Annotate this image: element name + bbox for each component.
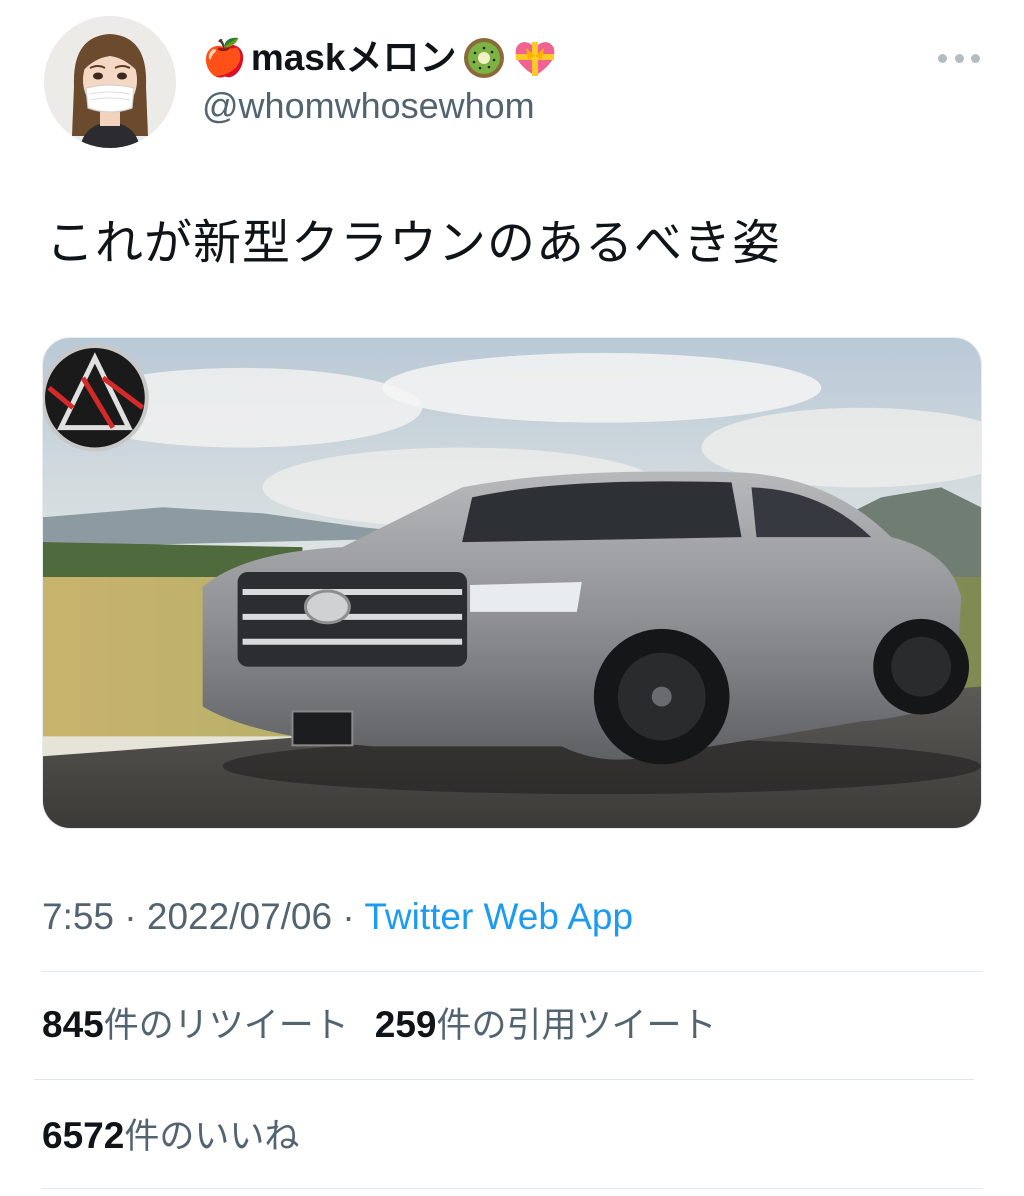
user-handle[interactable]: @whomwhosewhom [202,84,535,128]
retweets-label: 件のリツイート [103,1006,349,1045]
quotes-count: 259 [374,1004,437,1045]
meta-separator: · [114,896,147,937]
kiwi-emoji [462,36,506,80]
quotes-stat[interactable]: 259件の引用ツイート [374,1004,717,1045]
more-icon[interactable] [938,48,980,68]
retweet-quote-stats: 845件のリツイート 259件の引用ツイート [42,1002,717,1049]
tweet-timestamp-line: 7:55 · 2022/07/06 · Twitter Web App [42,894,633,940]
retweets-stat[interactable]: 845件のリツイート [42,1004,349,1045]
avatar[interactable] [44,16,176,148]
tweet-text: これが新型クラウンのあるべき姿 [46,217,782,270]
display-name[interactable]: 🍎 maskメロン [202,34,558,82]
display-name-text: maskメロン [250,37,457,78]
retweets-count: 845 [42,1004,104,1045]
likes-label: 件のいいね [124,1117,300,1156]
meta-separator: · [332,896,365,937]
more-dot [938,53,947,63]
car-photo [43,338,981,828]
more-dot [971,53,980,63]
tweet-time[interactable]: 7:55 [42,896,114,937]
apple-emoji: 🍎 [202,37,247,78]
likes-stat[interactable]: 6572件のいいね [42,1113,299,1160]
divider [42,971,982,972]
divider [34,1079,974,1080]
quotes-label: 件の引用ツイート [436,1006,717,1045]
likes-count: 6572 [42,1115,125,1156]
more-dot [954,53,964,63]
tweet-media-image[interactable] [42,337,982,829]
heart-with-ribbon-emoji [512,36,558,80]
tweet-source-link[interactable]: Twitter Web App [364,896,633,937]
divider [42,1188,982,1189]
avatar-illustration [44,16,176,148]
tweet-date[interactable]: 2022/07/06 [147,896,332,937]
